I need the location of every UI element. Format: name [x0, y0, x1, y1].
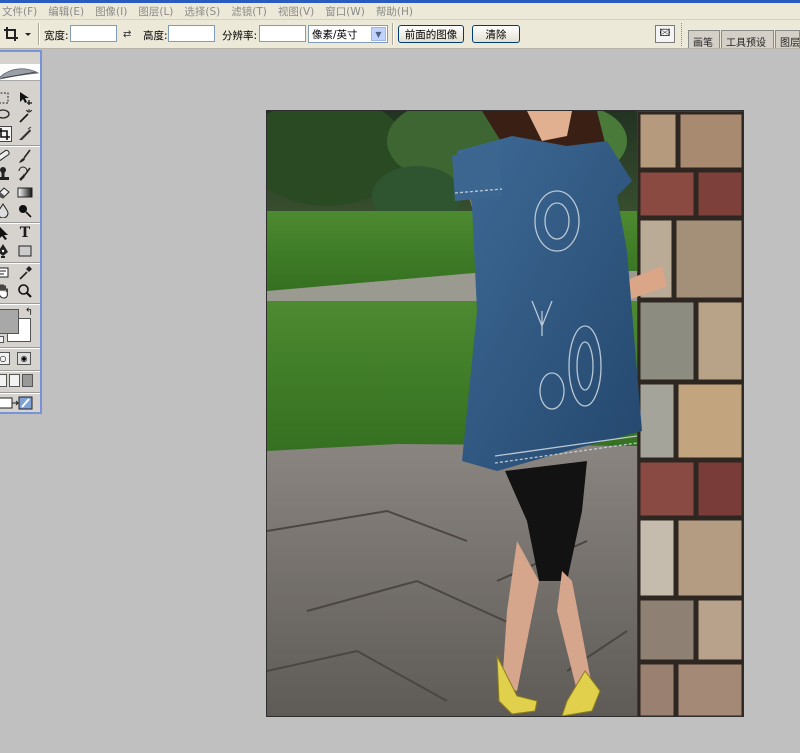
feather-logo[interactable] — [0, 64, 40, 81]
toolbox-divider — [0, 145, 40, 147]
pen-icon[interactable] — [0, 243, 11, 259]
file-browser-icon[interactable]: 🖾 — [655, 25, 675, 43]
menu-file[interactable]: 文件(F) — [2, 4, 37, 19]
resolution-unit-select[interactable]: 像素/英寸 ▼ — [308, 25, 388, 43]
toolbox-divider — [0, 392, 40, 394]
full-screen-menu-mode-icon[interactable] — [9, 374, 20, 387]
toolbox-divider — [0, 262, 40, 264]
feather-icon — [0, 68, 40, 80]
photo-image — [267, 111, 743, 716]
resolution-label: 分辨率: — [222, 30, 258, 42]
standard-screen-mode-icon[interactable] — [0, 374, 7, 387]
menu-help[interactable]: 帮助(H) — [376, 4, 413, 19]
history-brush-icon[interactable] — [17, 166, 33, 182]
height-label: 高度: — [143, 30, 168, 42]
separator — [38, 23, 40, 45]
menu-edit[interactable]: 编辑(E) — [48, 4, 84, 19]
hand-icon[interactable] — [0, 283, 11, 299]
slice-icon[interactable] — [17, 126, 33, 142]
blur-icon[interactable] — [0, 202, 11, 219]
notes-icon[interactable] — [0, 265, 11, 281]
resolution-unit-value: 像素/英寸 — [312, 28, 358, 41]
menu-image[interactable]: 图像(I) — [95, 4, 127, 19]
eyedropper-icon[interactable] — [17, 265, 33, 281]
tab-tool-presets[interactable]: 工具预设 — [721, 30, 774, 48]
menu-layer[interactable]: 图层(L) — [138, 4, 173, 19]
options-bar: 宽度: ⇄ 高度: 分辨率: 像素/英寸 ▼ 前面的图像 清除 🖾 画笔 工具预… — [0, 20, 800, 49]
toolbox: T ↰ ○ ◉ — [0, 50, 42, 414]
chevron-down-icon: ▼ — [371, 27, 386, 41]
healing-brush-icon[interactable] — [0, 148, 11, 164]
height-field[interactable] — [168, 25, 215, 42]
shape-icon[interactable] — [17, 243, 33, 259]
menu-select[interactable]: 选择(S) — [184, 4, 220, 19]
standard-mode-icon[interactable]: ○ — [0, 352, 10, 365]
menu-bar: 文件(F) 编辑(E) 图像(I) 图层(L) 选择(S) 滤镜(T) 视图(V… — [0, 3, 800, 20]
toolbox-divider — [0, 222, 40, 224]
gradient-icon[interactable] — [17, 184, 33, 200]
brush-icon[interactable] — [17, 148, 33, 164]
move-icon[interactable] — [17, 90, 33, 106]
front-image-button[interactable]: 前面的图像 — [398, 25, 464, 43]
crop-icon — [4, 27, 31, 41]
separator — [392, 23, 394, 45]
tool-preset-picker[interactable] — [2, 25, 36, 43]
clone-stamp-icon[interactable] — [0, 166, 11, 182]
width-field[interactable] — [70, 25, 117, 42]
magic-wand-icon[interactable] — [17, 108, 33, 124]
default-colors-icon[interactable] — [0, 336, 4, 343]
toolbox-divider — [0, 370, 40, 372]
menu-view[interactable]: 视图(V) — [278, 4, 314, 19]
tab-brushes[interactable]: 画笔 — [688, 30, 720, 48]
document-canvas-photo[interactable] — [266, 110, 744, 717]
type-icon[interactable]: T — [17, 225, 33, 241]
quick-mask-icon[interactable]: ◉ — [17, 352, 31, 365]
lasso-icon[interactable] — [0, 108, 11, 124]
palette-well-grip[interactable] — [681, 23, 685, 46]
swap-colors-icon[interactable]: ↰ — [21, 305, 37, 321]
crop-tool-icon[interactable] — [0, 126, 12, 142]
tab-layer-comps[interactable]: 图层复 — [775, 30, 800, 48]
menu-window[interactable]: 窗口(W) — [325, 4, 365, 19]
menu-filter[interactable]: 滤镜(T) — [231, 4, 267, 19]
path-selection-icon[interactable] — [0, 225, 11, 241]
clear-button[interactable]: 清除 — [472, 25, 520, 43]
resolution-field[interactable] — [259, 25, 306, 42]
full-screen-mode-icon[interactable] — [22, 374, 33, 387]
width-label: 宽度: — [44, 30, 69, 42]
toolbox-divider — [0, 347, 40, 349]
eraser-icon[interactable] — [0, 184, 11, 200]
jump-to-imageready-icon[interactable] — [0, 395, 34, 411]
palette-well: 🖾 画笔 工具预设 图层复 — [650, 20, 800, 49]
dodge-icon[interactable] — [17, 202, 33, 218]
foreground-color-swatch[interactable] — [0, 309, 19, 334]
marquee-icon[interactable] — [0, 90, 11, 106]
swap-dimensions-icon[interactable]: ⇄ — [123, 29, 131, 40]
zoom-icon[interactable] — [17, 283, 33, 299]
